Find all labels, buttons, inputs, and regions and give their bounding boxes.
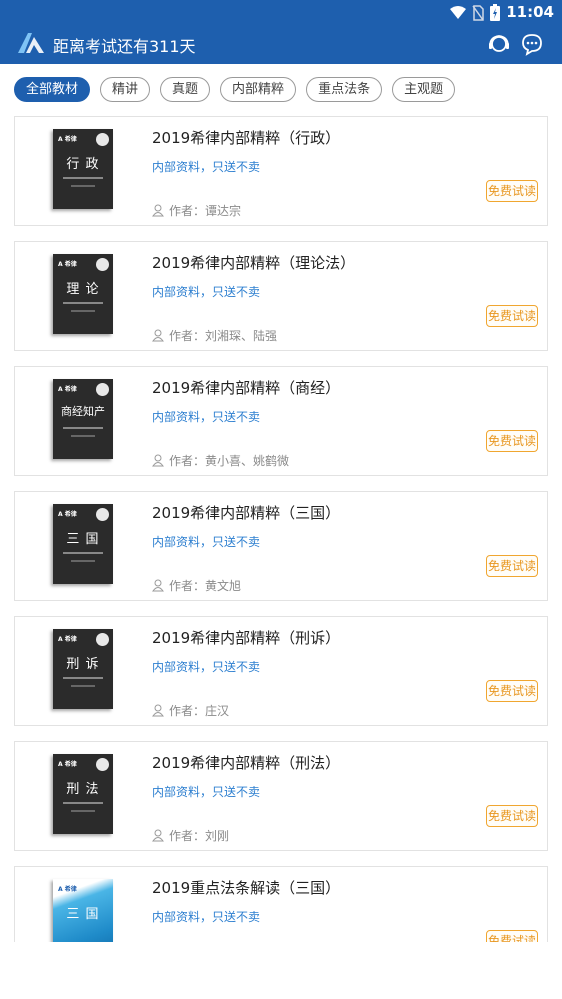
book-card[interactable]: A 希律 刑 法 2019希律内部精粹（刑法） 内部资料，只送不卖 作者：刘刚 … — [14, 741, 548, 851]
tab-key-statutes[interactable]: 重点法条 — [306, 77, 383, 102]
customer-service-icon[interactable] — [487, 32, 511, 56]
author-text: 作者：庄汉 — [169, 704, 230, 718]
tab-subjective[interactable]: 主观题 — [392, 77, 456, 102]
cover-title: 三 国 — [66, 907, 100, 922]
book-list: A 希律 行 政 2019希律内部精粹（行政） 内部资料，只送不卖 作者：谭达宗… — [14, 116, 548, 942]
book-cover: A 希律 商经知产 — [53, 379, 113, 459]
author-text: 作者：黄文旭 — [169, 579, 242, 593]
status-bar: 11:04 — [0, 0, 562, 24]
book-cover: A 希律 刑 法 — [53, 754, 113, 834]
app-logo-icon — [18, 33, 44, 53]
status-time: 11:04 — [506, 3, 554, 21]
tab-internal-essentials[interactable]: 内部精粹 — [220, 77, 297, 102]
book-title: 2019希律内部精粹（理论法） — [152, 254, 356, 272]
user-icon — [152, 829, 164, 842]
free-trial-button[interactable]: 免费试读 — [486, 430, 538, 452]
wifi-icon — [450, 5, 466, 19]
cover-title: 商经知产 — [61, 405, 105, 418]
book-card[interactable]: A 希律 三 国 2019重点法条解读（三国） 内部资料，只送不卖 免费试读 — [14, 866, 548, 942]
book-subtitle: 内部资料，只送不卖 — [152, 660, 261, 674]
cover-title: 三 国 — [66, 532, 100, 547]
status-icons — [450, 4, 500, 21]
book-card[interactable]: A 希律 行 政 2019希律内部精粹（行政） 内部资料，只送不卖 作者：谭达宗… — [14, 116, 548, 226]
book-title: 2019希律内部精粹（商经） — [152, 379, 341, 397]
book-card[interactable]: A 希律 刑 诉 2019希律内部精粹（刑诉） 内部资料，只送不卖 作者：庄汉 … — [14, 616, 548, 726]
book-card[interactable]: A 希律 商经知产 2019希律内部精粹（商经） 内部资料，只送不卖 作者：黄小… — [14, 366, 548, 476]
free-trial-button[interactable]: 免费试读 — [486, 805, 538, 827]
book-cover: A 希律 刑 诉 — [53, 629, 113, 709]
free-trial-button[interactable]: 免费试读 — [486, 555, 538, 577]
book-subtitle: 内部资料，只送不卖 — [152, 410, 261, 424]
book-cover: A 希律 理 论 — [53, 254, 113, 334]
book-subtitle: 内部资料，只送不卖 — [152, 535, 261, 549]
book-subtitle: 内部资料，只送不卖 — [152, 785, 261, 799]
free-trial-button[interactable]: 免费试读 — [486, 930, 538, 942]
book-title: 2019重点法条解读（三国） — [152, 879, 341, 897]
book-author: 作者：黄小喜、姚鹤微 — [152, 452, 289, 469]
free-trial-button[interactable]: 免费试读 — [486, 305, 538, 327]
book-subtitle: 内部资料，只送不卖 — [152, 910, 261, 924]
battery-icon — [490, 4, 500, 21]
book-author: 作者：黄文旭 — [152, 577, 241, 594]
author-text: 作者：刘湘琛、陆强 — [169, 329, 278, 343]
book-author: 作者：谭达宗 — [152, 202, 241, 219]
cover-title: 理 论 — [66, 282, 100, 297]
free-trial-button[interactable]: 免费试读 — [486, 180, 538, 202]
book-card[interactable]: A 希律 三 国 2019希律内部精粹（三国） 内部资料，只送不卖 作者：黄文旭… — [14, 491, 548, 601]
author-text: 作者：谭达宗 — [169, 204, 242, 218]
book-title: 2019希律内部精粹（三国） — [152, 504, 341, 522]
tab-past-exams[interactable]: 真题 — [160, 77, 211, 102]
book-cover: A 希律 三 国 — [53, 879, 113, 942]
cover-title: 刑 法 — [66, 782, 100, 797]
book-title: 2019希律内部精粹（行政） — [152, 129, 341, 147]
book-author: 作者：刘湘琛、陆强 — [152, 327, 277, 344]
no-sim-icon — [472, 4, 484, 21]
tab-all-books[interactable]: 全部教材 — [14, 77, 91, 102]
user-icon — [152, 329, 164, 342]
user-icon — [152, 704, 164, 717]
cover-title: 刑 诉 — [66, 657, 100, 672]
book-title: 2019希律内部精粹（刑法） — [152, 754, 341, 772]
page-title: 距离考试还有311天 — [53, 37, 196, 56]
book-cover: A 希律 行 政 — [53, 129, 113, 209]
author-text: 作者：刘刚 — [169, 829, 230, 843]
book-title: 2019希律内部精粹（刑诉） — [152, 629, 341, 647]
user-icon — [152, 454, 164, 467]
user-icon — [152, 579, 164, 592]
message-icon[interactable] — [520, 32, 544, 56]
author-text: 作者：黄小喜、姚鹤微 — [169, 454, 290, 468]
free-trial-button[interactable]: 免费试读 — [486, 680, 538, 702]
book-cover: A 希律 三 国 — [53, 504, 113, 584]
category-tabs: 全部教材 精讲 真题 内部精粹 重点法条 主观题 — [14, 77, 456, 103]
app-bar: 距离考试还有311天 — [0, 24, 562, 64]
book-author: 作者：庄汉 — [152, 702, 229, 719]
book-card[interactable]: A 希律 理 论 2019希律内部精粹（理论法） 内部资料，只送不卖 作者：刘湘… — [14, 241, 548, 351]
tab-lectures[interactable]: 精讲 — [100, 77, 151, 102]
cover-title: 行 政 — [66, 157, 100, 172]
book-subtitle: 内部资料，只送不卖 — [152, 285, 261, 299]
book-subtitle: 内部资料，只送不卖 — [152, 160, 261, 174]
user-icon — [152, 204, 164, 217]
book-author: 作者：刘刚 — [152, 827, 229, 844]
